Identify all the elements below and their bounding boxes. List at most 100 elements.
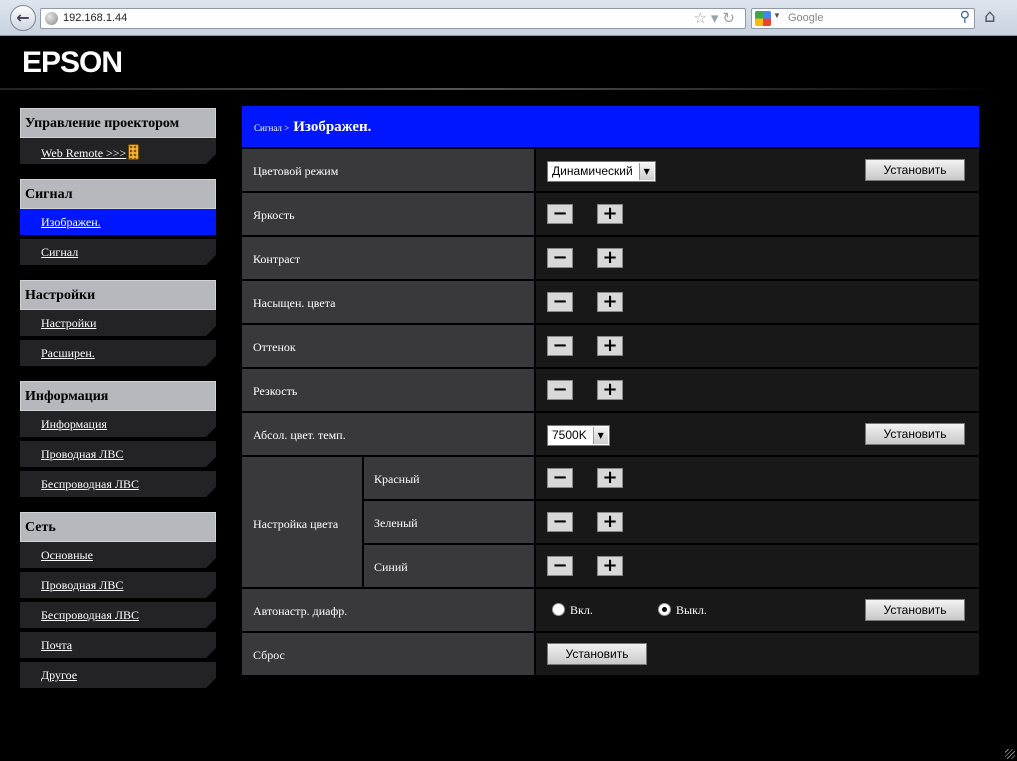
red-minus-button[interactable]: − <box>547 468 573 488</box>
sidebar-item-signal[interactable]: Сигнал <box>20 239 216 265</box>
row-color-adjust: Настройка цвета Красный − + Зеленый − + … <box>242 457 979 587</box>
header-divider <box>0 88 1000 90</box>
sharpness-plus-button[interactable]: + <box>597 380 623 400</box>
red-label: Красный <box>364 457 534 499</box>
saturation-plus-button[interactable]: + <box>597 292 623 312</box>
bookmark-star-icon[interactable]: ☆▾↻ <box>693 9 739 27</box>
page-title-bar: Сигнал > Изображен. <box>242 106 979 147</box>
sidebar-item-basic[interactable]: Основные <box>20 542 216 568</box>
sidebar-item-information[interactable]: Информация <box>20 411 216 437</box>
image-settings-panel: Сигнал > Изображен. Цветовой режим Динам… <box>242 106 979 675</box>
sharpness-controls: − + <box>536 369 979 411</box>
row-saturation: Насыщен. цвета − + <box>242 281 979 323</box>
sidebar-item-web-remote[interactable]: Web Remote >>> <box>20 138 216 164</box>
search-bar[interactable]: ▼ Google ⚲ <box>751 8 975 29</box>
color-temp-value: 7500K <box>552 428 587 442</box>
auto-iris-set-button[interactable]: Установить <box>865 599 965 621</box>
sidebar-group-network: Сеть Основные Проводная ЛВС Беспроводная… <box>20 512 216 688</box>
sidebar-item-settings[interactable]: Настройки <box>20 310 216 336</box>
tint-plus-button[interactable]: + <box>597 336 623 356</box>
reset-set-button[interactable]: Установить <box>547 643 647 665</box>
red-controls: − + <box>536 457 979 499</box>
chevron-down-icon[interactable]: ▼ <box>638 163 654 180</box>
sidebar-item-label: Проводная ЛВС <box>41 447 124 461</box>
row-color-mode: Цветовой режим Динамический ▼ Установить <box>242 149 979 191</box>
color-temp-label: Абсол. цвет. темп. <box>242 413 534 455</box>
auto-iris-off-radio[interactable]: Выкл. <box>658 603 707 618</box>
sharpness-minus-button[interactable]: − <box>547 380 573 400</box>
auto-iris-on-radio[interactable]: Вкл. <box>552 603 593 618</box>
sidebar-group-title: Информация <box>20 381 216 411</box>
remote-control-icon <box>128 144 140 160</box>
sharpness-label: Резкость <box>242 369 534 411</box>
sidebar-item-extended[interactable]: Расширен. <box>20 340 216 366</box>
contrast-plus-button[interactable]: + <box>597 248 623 268</box>
brightness-label: Яркость <box>242 193 534 235</box>
red-plus-button[interactable]: + <box>597 468 623 488</box>
row-tint: Оттенок − + <box>242 325 979 367</box>
saturation-label: Насыщен. цвета <box>242 281 534 323</box>
sidebar-item-other[interactable]: Другое <box>20 662 216 688</box>
sidebar-item-wired-lan[interactable]: Проводная ЛВС <box>20 572 216 598</box>
sidebar-item-label: Проводная ЛВС <box>41 578 124 592</box>
sidebar-item-label: Настройки <box>41 316 97 330</box>
radio-icon[interactable] <box>552 603 565 616</box>
blue-controls: − + <box>536 545 979 587</box>
brightness-minus-button[interactable]: − <box>547 204 573 224</box>
sidebar-item-label: Сигнал <box>41 245 79 259</box>
auto-iris-on-label: Вкл. <box>570 603 593 617</box>
sidebar-group-settings: Настройки Настройки Расширен. <box>20 280 216 366</box>
google-icon[interactable] <box>755 11 771 26</box>
green-controls: − + <box>536 501 979 543</box>
sidebar-item-mail[interactable]: Почта <box>20 632 216 658</box>
sidebar-group-title: Настройки <box>20 280 216 310</box>
sidebar-item-label: Другое <box>41 668 78 682</box>
contrast-label: Контраст <box>242 237 534 279</box>
blue-minus-button[interactable]: − <box>547 556 573 576</box>
url-text: 192.168.1.44 <box>63 12 128 24</box>
back-button[interactable]: ← <box>10 5 36 31</box>
tint-label: Оттенок <box>242 325 534 367</box>
sidebar-item-wireless-lan[interactable]: Беспроводная ЛВС <box>20 602 216 628</box>
auto-iris-controls: Вкл. Выкл. Установить <box>536 589 979 631</box>
green-plus-button[interactable]: + <box>597 512 623 532</box>
color-temp-select[interactable]: 7500K ▼ <box>547 425 610 446</box>
sidebar-item-label: Почта <box>41 638 73 652</box>
search-engine-dropdown-icon[interactable]: ▼ <box>773 11 781 20</box>
green-label: Зеленый <box>364 501 534 543</box>
sidebar: Управление проектором Web Remote >>> Сиг… <box>20 108 216 703</box>
sidebar-item-label: Изображен. <box>41 215 101 229</box>
row-color-temp: Абсол. цвет. темп. 7500K ▼ Установить <box>242 413 979 455</box>
sidebar-item-image[interactable]: Изображен. <box>20 209 216 235</box>
color-mode-label: Цветовой режим <box>242 149 534 191</box>
blue-plus-button[interactable]: + <box>597 556 623 576</box>
page-edge <box>1005 37 1017 761</box>
reset-controls: Установить <box>536 633 979 675</box>
resize-grip-icon[interactable] <box>1005 749 1015 759</box>
brightness-plus-button[interactable]: + <box>597 204 623 224</box>
row-sharpness: Резкость − + <box>242 369 979 411</box>
color-temp-set-button[interactable]: Установить <box>865 423 965 445</box>
radio-selected-icon[interactable] <box>658 603 671 616</box>
color-mode-select[interactable]: Динамический ▼ <box>547 161 656 182</box>
color-mode-set-button[interactable]: Установить <box>865 159 965 181</box>
sidebar-item-wireless-lan-info[interactable]: Беспроводная ЛВС <box>20 471 216 497</box>
color-temp-controls: 7500K ▼ Установить <box>536 413 979 455</box>
sidebar-group-signal: Сигнал Изображен. Сигнал <box>20 179 216 265</box>
home-icon[interactable]: ⌂ <box>984 6 995 27</box>
brightness-controls: − + <box>536 193 979 235</box>
color-mode-controls: Динамический ▼ Установить <box>536 149 979 191</box>
saturation-minus-button[interactable]: − <box>547 292 573 312</box>
epson-logo: EPSON <box>22 46 123 79</box>
sidebar-item-label: Web Remote >>> <box>41 146 127 160</box>
contrast-minus-button[interactable]: − <box>547 248 573 268</box>
search-icon[interactable]: ⚲ <box>960 9 970 25</box>
green-minus-button[interactable]: − <box>547 512 573 532</box>
tint-minus-button[interactable]: − <box>547 336 573 356</box>
row-red: Красный − + <box>364 457 979 499</box>
address-bar[interactable]: 192.168.1.44 ☆▾↻ <box>40 8 746 29</box>
sidebar-group-title: Сеть <box>20 512 216 542</box>
chevron-down-icon[interactable]: ▼ <box>592 427 608 444</box>
sidebar-item-wired-lan-info[interactable]: Проводная ЛВС <box>20 441 216 467</box>
sidebar-group-title: Сигнал <box>20 179 216 209</box>
